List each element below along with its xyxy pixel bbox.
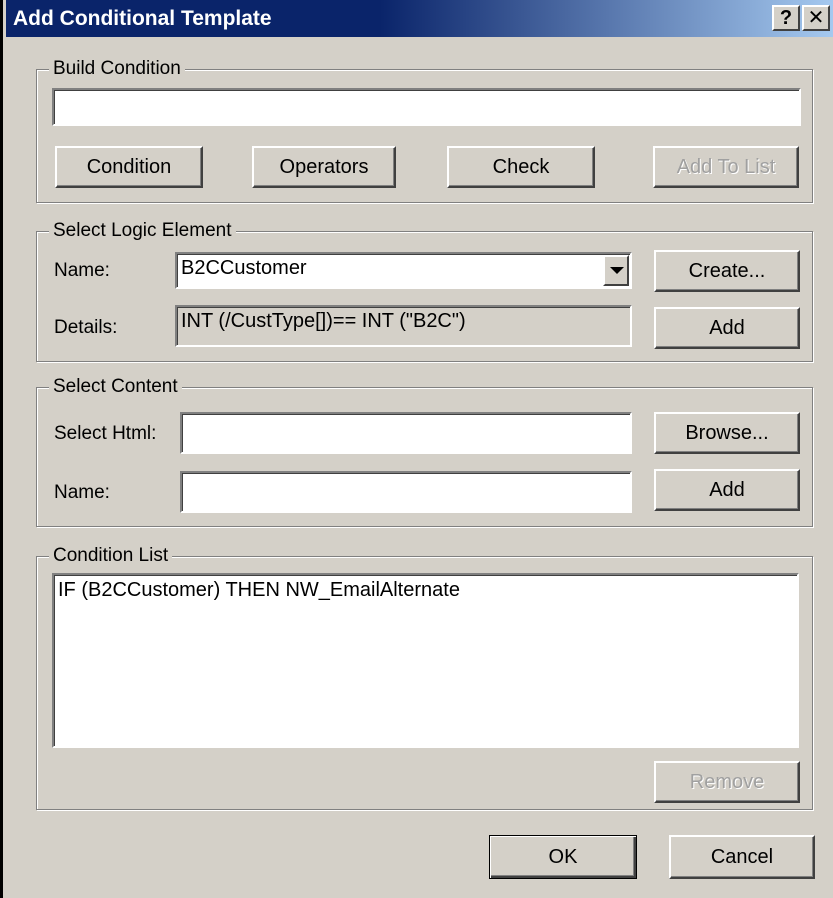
dialog-window: Add Conditional Template ? ✕ Build Condi… [0, 0, 833, 898]
condition-list-group: Condition List IF (B2CCustomer) THEN NW_… [36, 544, 813, 810]
add-logic-button[interactable]: Add [654, 307, 800, 349]
operators-button[interactable]: Operators [252, 146, 396, 188]
title-bar[interactable]: Add Conditional Template ? ✕ [6, 0, 833, 37]
add-to-list-button[interactable]: Add To List [653, 146, 799, 188]
details-label: Details: [54, 317, 118, 338]
build-condition-legend: Build Condition [49, 57, 185, 81]
logic-name-combobox[interactable]: B2CCustomer [175, 252, 632, 289]
cancel-button[interactable]: Cancel [669, 835, 815, 879]
chevron-down-icon[interactable] [603, 255, 629, 286]
content-name-input[interactable] [180, 471, 632, 513]
details-field: INT (/CustType[])== INT ("B2C") [175, 305, 632, 347]
select-html-input[interactable] [180, 412, 632, 454]
condition-button[interactable]: Condition [55, 146, 203, 188]
content-name-label: Name: [54, 482, 110, 503]
select-logic-element-group: Select Logic Element Name: B2CCustomer C… [36, 219, 813, 362]
select-content-legend: Select Content [49, 375, 182, 399]
window-title: Add Conditional Template [13, 7, 272, 30]
condition-listbox[interactable]: IF (B2CCustomer) THEN NW_EmailAlternate [52, 573, 799, 748]
check-button[interactable]: Check [447, 146, 595, 188]
browse-button[interactable]: Browse... [654, 412, 800, 454]
condition-input[interactable] [52, 88, 801, 126]
condition-list-legend: Condition List [49, 544, 173, 568]
add-content-button[interactable]: Add [654, 469, 800, 511]
build-condition-group: Build Condition Condition Operators Chec… [36, 57, 813, 203]
close-icon[interactable]: ✕ [802, 5, 830, 31]
remove-button[interactable]: Remove [654, 761, 800, 803]
logic-name-value: B2CCustomer [181, 257, 307, 279]
list-item[interactable]: IF (B2CCustomer) THEN NW_EmailAlternate [58, 579, 460, 602]
ok-button[interactable]: OK [489, 835, 637, 879]
select-content-group: Select Content Select Html: Browse... Na… [36, 375, 813, 527]
details-value: INT (/CustType[])== INT ("B2C") [181, 310, 466, 332]
create-button[interactable]: Create... [654, 250, 800, 292]
select-html-label: Select Html: [54, 423, 157, 444]
select-logic-element-legend: Select Logic Element [49, 219, 236, 243]
logic-name-label: Name: [54, 260, 110, 281]
help-button[interactable]: ? [772, 5, 800, 31]
